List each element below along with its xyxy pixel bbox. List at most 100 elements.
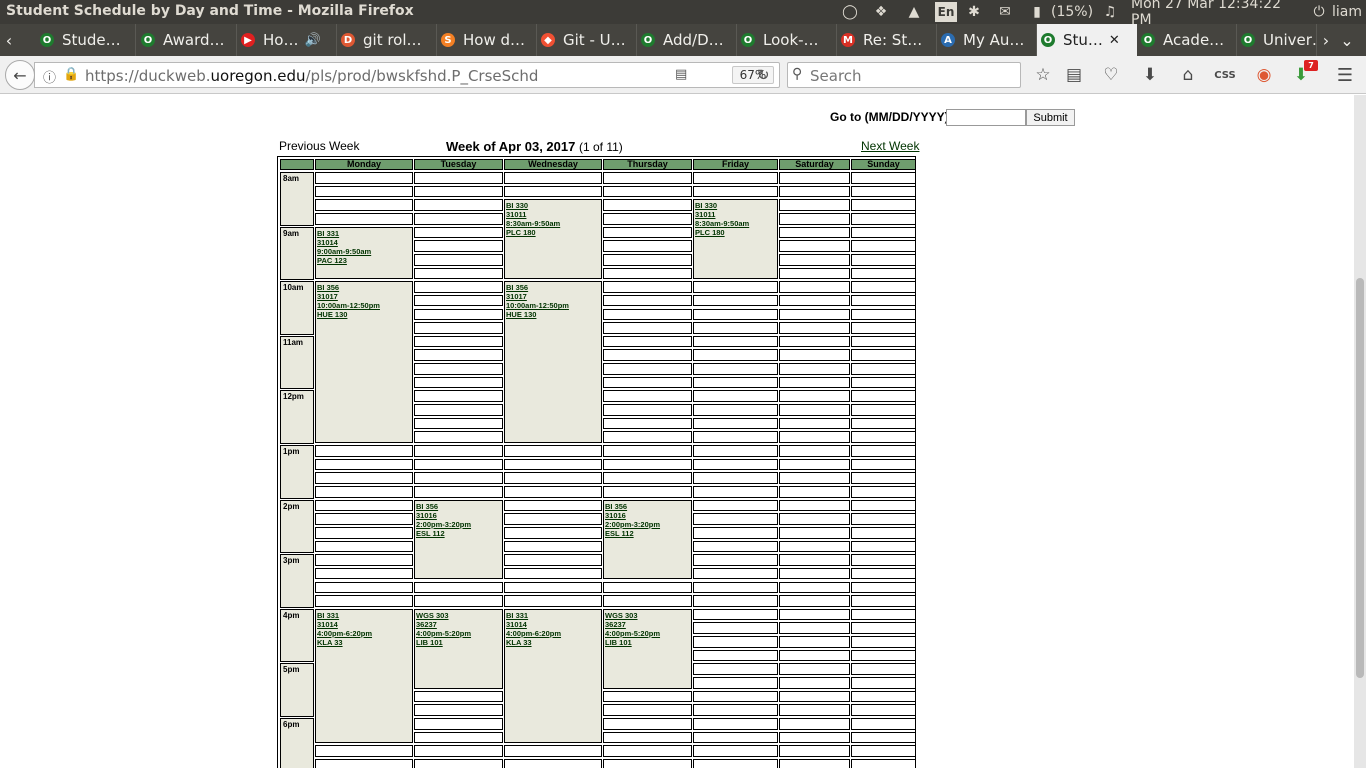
browser-tab[interactable]: S How d… — [437, 24, 537, 56]
course-code-link[interactable]: BI 356 — [605, 502, 691, 511]
bookmark-star-icon[interactable]: ☆ — [1032, 64, 1054, 86]
room-link[interactable]: HUE 130 — [506, 310, 601, 319]
course-code-link[interactable]: WGS 303 — [416, 611, 502, 620]
crn-link[interactable]: 31011 — [506, 210, 601, 219]
course-code-link[interactable]: BI 356 — [506, 283, 601, 292]
course-block[interactable]: BI 330 31011 8:30am-9:50am PLC 180 — [504, 199, 602, 280]
crn-link[interactable]: 31014 — [506, 620, 601, 629]
browser-tab[interactable]: O Look-… — [737, 24, 837, 56]
time-range-link[interactable]: 10:00am-12:50pm — [506, 301, 601, 310]
browser-tab[interactable]: M Re: St… — [837, 24, 937, 56]
lightbulb-icon[interactable]: ◯ — [842, 0, 858, 24]
course-block[interactable]: BI 331 31014 9:00am-9:50am PAC 123 — [315, 226, 413, 280]
browser-tab[interactable]: O Univer… — [1237, 24, 1317, 56]
vertical-scrollbar[interactable] — [1354, 95, 1366, 768]
lock-icon[interactable]: 🔒 — [63, 67, 79, 82]
clock[interactable]: Mon 27 Mar 12:34:22 PM — [1131, 0, 1301, 28]
bluetooth-icon[interactable]: ✱ — [967, 0, 981, 24]
reading-list-icon[interactable]: ▤ — [1063, 64, 1085, 86]
crn-link[interactable]: 36237 — [416, 620, 502, 629]
room-link[interactable]: PLC 180 — [695, 228, 777, 237]
browser-tab[interactable]: O Award… — [137, 24, 237, 56]
scrollbar-thumb[interactable] — [1356, 278, 1364, 678]
search-input[interactable]: ⚲ Search — [787, 62, 1021, 88]
room-link[interactable]: ESL 112 — [416, 529, 502, 538]
power-icon[interactable]: ⏻ — [1311, 0, 1327, 24]
course-block[interactable]: WGS 303 36237 4:00pm-5:20pm LIB 101 — [414, 608, 503, 689]
downloads-icon[interactable]: ⬇ — [1139, 64, 1161, 86]
room-link[interactable]: LIB 101 — [416, 638, 502, 647]
browser-tab[interactable]: ▶ Ho… 🔊 — [237, 24, 337, 56]
wifi-icon[interactable]: ▲ — [904, 0, 924, 24]
time-range-link[interactable]: 10:00am-12:50pm — [317, 301, 412, 310]
crn-link[interactable]: 36237 — [605, 620, 691, 629]
time-range-link[interactable]: 4:00pm-6:20pm — [506, 629, 601, 638]
home-icon[interactable]: ⌂ — [1177, 64, 1199, 86]
course-code-link[interactable]: BI 356 — [317, 283, 412, 292]
battery-icon[interactable]: ▮ — [1030, 0, 1044, 24]
tab-close-icon[interactable]: ✕ — [1109, 33, 1120, 48]
course-block[interactable]: BI 356 31017 10:00am-12:50pm HUE 130 — [504, 281, 602, 443]
course-block[interactable]: BI 331 31014 4:00pm-6:20pm KLA 33 — [315, 608, 413, 744]
course-block[interactable]: BI 331 31014 4:00pm-6:20pm KLA 33 — [504, 608, 602, 744]
course-block[interactable]: WGS 303 36237 4:00pm-5:20pm LIB 101 — [603, 608, 692, 689]
dropbox-icon[interactable]: ❖ — [872, 0, 890, 24]
tab-audio-icon[interactable]: 🔊 — [304, 33, 320, 48]
browser-tab[interactable]: O Acade… — [1137, 24, 1237, 56]
time-range-link[interactable]: 8:30am-9:50am — [506, 219, 601, 228]
browser-tab[interactable]: O Stu… ✕ — [1037, 24, 1137, 56]
pocket-icon[interactable]: ♡ — [1100, 64, 1122, 86]
crn-link[interactable]: 31017 — [317, 292, 412, 301]
duckduckgo-icon[interactable]: ◉ — [1253, 64, 1275, 86]
info-icon[interactable]: ⓘ — [43, 67, 56, 86]
previous-week-link[interactable]: Previous Week — [279, 139, 359, 153]
time-range-link[interactable]: 4:00pm-6:20pm — [317, 629, 412, 638]
submit-button[interactable]: Submit — [1026, 109, 1075, 126]
room-link[interactable]: LIB 101 — [605, 638, 691, 647]
reader-view-icon[interactable]: ▤ — [675, 67, 687, 82]
room-link[interactable]: PAC 123 — [317, 256, 412, 265]
time-range-link[interactable]: 2:00pm-3:20pm — [605, 520, 691, 529]
hamburger-menu-icon[interactable]: ☰ — [1334, 64, 1356, 86]
course-code-link[interactable]: BI 331 — [317, 611, 412, 620]
course-block[interactable]: BI 356 31016 2:00pm-3:20pm ESL 112 — [603, 499, 692, 580]
course-code-link[interactable]: BI 330 — [695, 201, 777, 210]
tab-scroll-right-icon[interactable]: › — [1317, 24, 1335, 56]
volume-icon[interactable]: ♫ — [1099, 0, 1121, 24]
mail-icon[interactable]: ✉ — [996, 0, 1014, 24]
css-extension-icon[interactable]: CSS — [1214, 64, 1236, 86]
all-tabs-menu-icon[interactable]: ⌄ — [1336, 24, 1358, 56]
browser-tab[interactable]: O Stude… — [36, 24, 136, 56]
time-range-link[interactable]: 4:00pm-5:20pm — [605, 629, 691, 638]
goto-date-input[interactable] — [946, 109, 1026, 126]
crn-link[interactable]: 31016 — [416, 511, 502, 520]
back-button[interactable]: ← — [5, 60, 35, 90]
time-range-link[interactable]: 9:00am-9:50am — [317, 247, 412, 256]
course-block[interactable]: BI 356 31017 10:00am-12:50pm HUE 130 — [315, 281, 413, 443]
room-link[interactable]: KLA 33 — [317, 638, 412, 647]
keyboard-lang-indicator[interactable]: En — [935, 2, 957, 22]
course-code-link[interactable]: BI 331 — [317, 229, 412, 238]
browser-tab[interactable]: O Add/D… — [637, 24, 737, 56]
crn-link[interactable]: 31017 — [506, 292, 601, 301]
crn-link[interactable]: 31011 — [695, 210, 777, 219]
course-block[interactable]: BI 356 31016 2:00pm-3:20pm ESL 112 — [414, 499, 503, 580]
crn-link[interactable]: 31016 — [605, 511, 691, 520]
room-link[interactable]: KLA 33 — [506, 638, 601, 647]
time-range-link[interactable]: 2:00pm-3:20pm — [416, 520, 502, 529]
browser-tab[interactable]: ◆ Git - U… — [537, 24, 637, 56]
room-link[interactable]: HUE 130 — [317, 310, 412, 319]
course-code-link[interactable]: BI 330 — [506, 201, 601, 210]
reload-icon[interactable]: ↻ — [757, 66, 770, 84]
course-block[interactable]: BI 330 31011 8:30am-9:50am PLC 180 — [693, 199, 778, 280]
course-code-link[interactable]: WGS 303 — [605, 611, 691, 620]
course-code-link[interactable]: BI 356 — [416, 502, 502, 511]
next-week-link[interactable]: Next Week — [861, 139, 919, 153]
time-range-link[interactable]: 8:30am-9:50am — [695, 219, 777, 228]
url-bar[interactable]: ⓘ 🔒 https://duckweb.uoregon.edu/pls/prod… — [34, 62, 780, 88]
browser-tab[interactable]: Dgit rol… — [337, 24, 437, 56]
crn-link[interactable]: 31014 — [317, 238, 412, 247]
url-text[interactable]: https://duckweb.uoregon.edu/pls/prod/bws… — [85, 67, 538, 85]
course-code-link[interactable]: BI 331 — [506, 611, 601, 620]
tab-scroll-left-icon[interactable]: ‹ — [0, 24, 18, 56]
